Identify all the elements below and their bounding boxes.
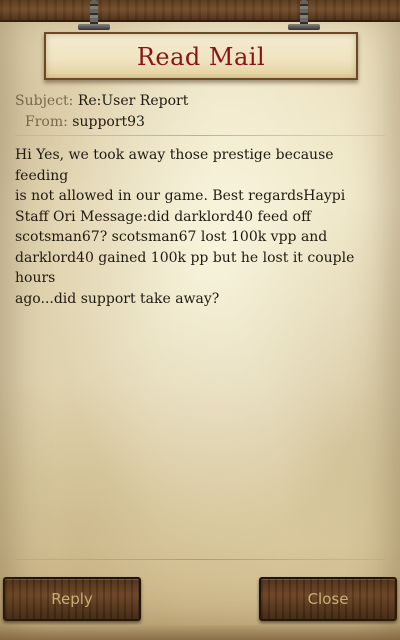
from-value: support93 [72, 114, 145, 130]
subject-label: Subject: [15, 93, 74, 109]
title-banner: Read Mail [44, 32, 358, 80]
reply-button[interactable]: Reply [3, 577, 141, 621]
header-divider [15, 135, 385, 136]
chain-hook-icon [288, 24, 320, 30]
from-label: From: [25, 114, 68, 130]
from-row: From: support93 [25, 113, 145, 131]
close-button-label: Close [307, 590, 349, 608]
chain-hook-icon [78, 24, 110, 30]
wood-grain [0, 0, 400, 20]
close-button[interactable]: Close [259, 577, 397, 621]
reply-button-label: Reply [51, 590, 93, 608]
bottom-strip [0, 625, 400, 640]
top-wooden-beam [0, 0, 400, 22]
page-title: Read Mail [136, 43, 266, 71]
message-body: Hi Yes, we took away those prestige beca… [15, 147, 355, 307]
subject-value: Re:User Report [77, 93, 189, 109]
subject-row: Subject: Re:User Report [15, 92, 188, 110]
read-mail-screen: Read Mail Subject: Re:User Report From: … [0, 0, 400, 640]
footer-divider [15, 559, 385, 560]
